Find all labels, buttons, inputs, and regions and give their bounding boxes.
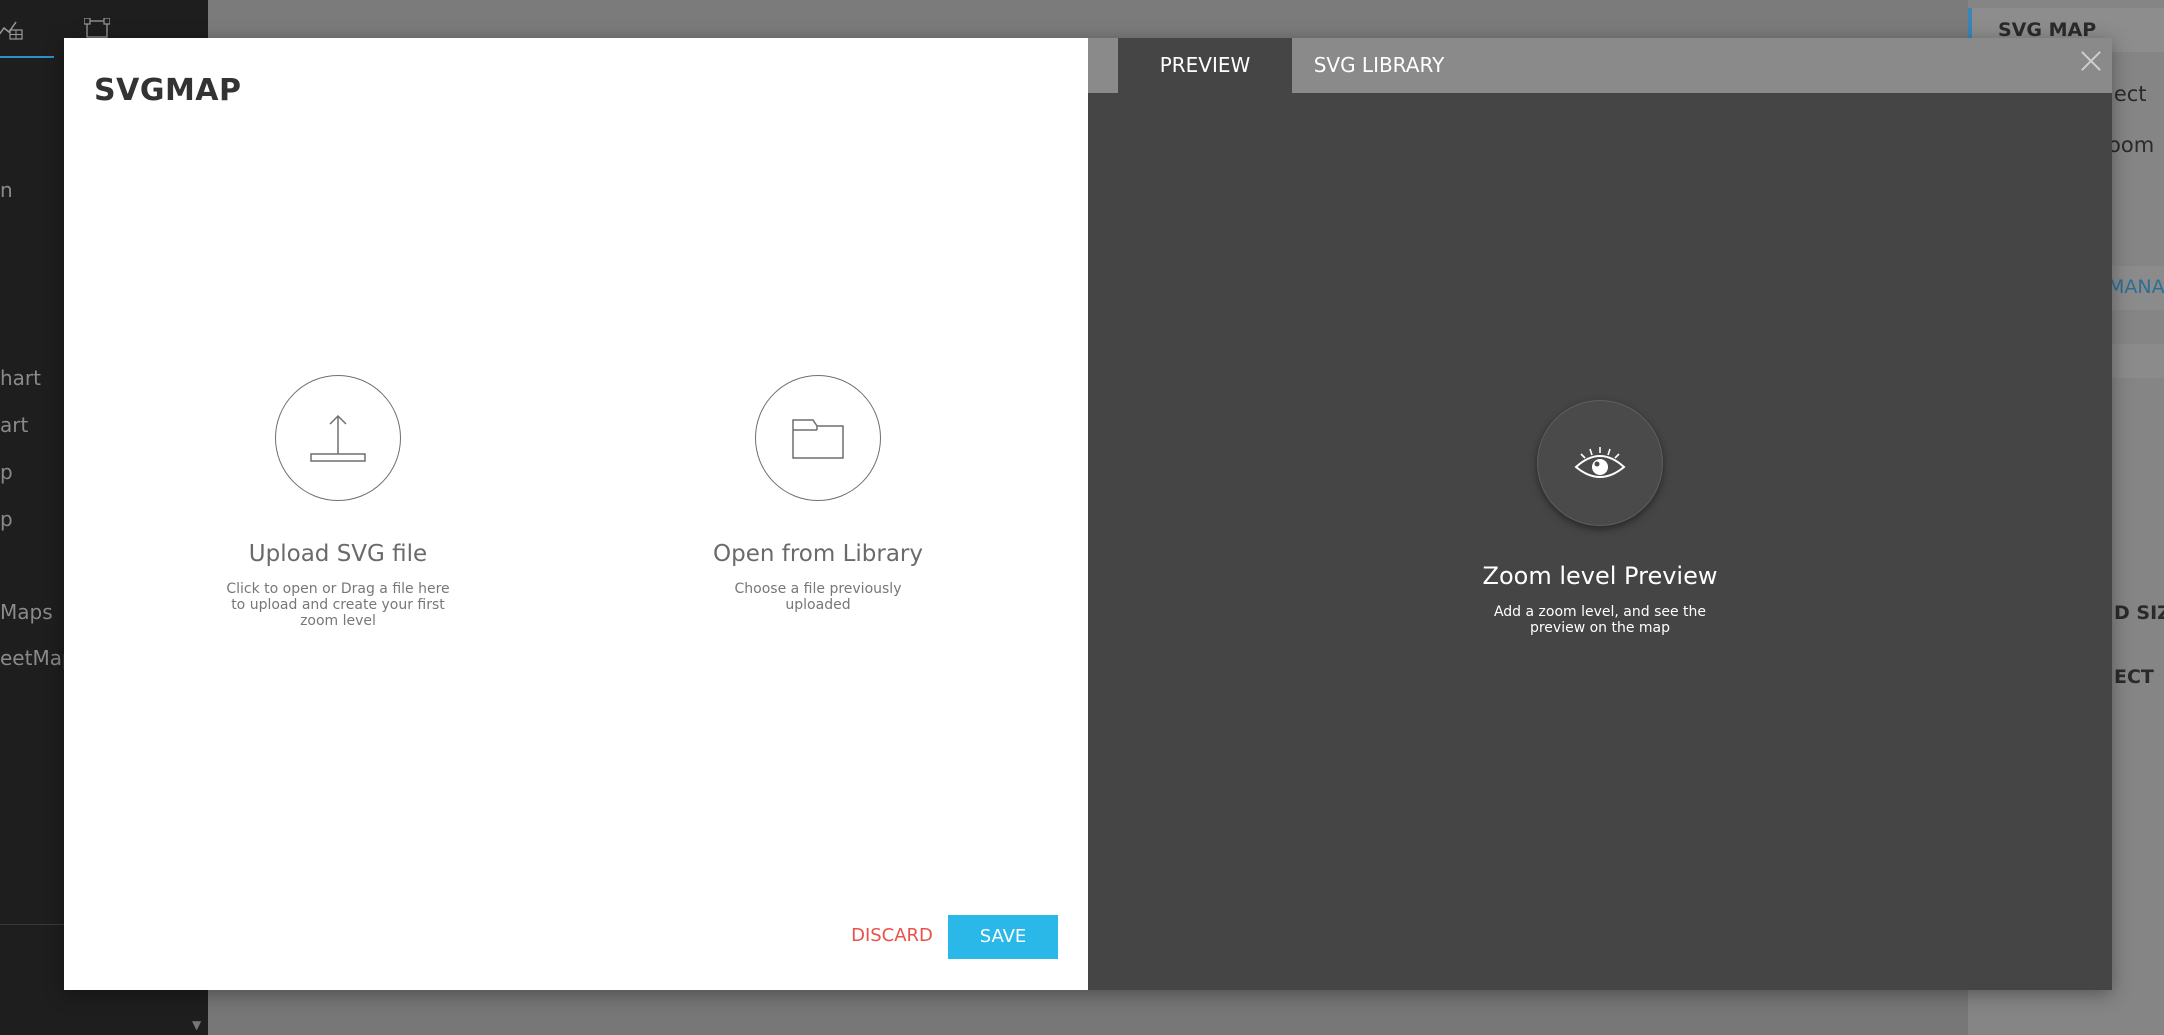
svgmap-modal: SVGMAP Upload SVG file Click to open or … xyxy=(64,38,2112,990)
library-label: Open from Library xyxy=(713,541,923,567)
zoom-preview-placeholder: Zoom level Preview Add a zoom level, and… xyxy=(1400,400,1800,636)
upload-label: Upload SVG file xyxy=(248,541,428,567)
modal-title: SVGMAP xyxy=(94,73,242,108)
properties-text: oom xyxy=(2108,133,2155,157)
scroll-down-icon[interactable]: ▼ xyxy=(192,1018,201,1032)
sidebar-top-tab[interactable] xyxy=(0,0,54,58)
upload-button[interactable] xyxy=(275,375,401,501)
preview-description: Add a zoom level, and see the preview on… xyxy=(1493,604,1707,636)
preview-panel: PREVIEW SVG LIBRARY Zoom level Preview A… xyxy=(1088,38,2112,990)
preview-title: Zoom level Preview xyxy=(1482,562,1718,590)
library-button[interactable] xyxy=(755,375,881,501)
library-description: Choose a file previously uploaded xyxy=(734,581,902,613)
modal-main-panel: SVGMAP Upload SVG file Click to open or … xyxy=(64,38,1088,990)
chart-icon xyxy=(0,21,23,40)
preview-tabbar: PREVIEW SVG LIBRARY xyxy=(1088,38,2112,93)
upload-svg-option[interactable]: Upload SVG file Click to open or Drag a … xyxy=(188,375,488,629)
upload-description: Click to open or Drag a file here to upl… xyxy=(226,581,450,629)
tab-svg-library[interactable]: SVG LIBRARY xyxy=(1292,38,1466,93)
shape-icon[interactable] xyxy=(84,18,110,40)
manage-link[interactable]: MANA xyxy=(2108,276,2164,298)
save-button[interactable]: SAVE xyxy=(948,915,1058,959)
upload-icon xyxy=(310,414,366,462)
close-icon[interactable] xyxy=(2076,46,2106,76)
sidebar-item[interactable]: hart xyxy=(0,366,41,390)
folder-icon xyxy=(792,419,844,459)
preview-icon-circle xyxy=(1537,400,1663,526)
sidebar-item[interactable]: Maps xyxy=(0,600,53,624)
properties-text: ject xyxy=(2108,82,2147,106)
sidebar-item[interactable]: p xyxy=(0,507,13,531)
sidebar-item[interactable]: p xyxy=(0,460,13,484)
sidebar-item[interactable]: n xyxy=(0,178,13,202)
sidebar-item[interactable]: art xyxy=(0,413,28,437)
eye-icon xyxy=(1574,447,1626,478)
properties-label: D SIZE xyxy=(2114,602,2164,624)
main-bottom-band xyxy=(208,990,1968,1035)
open-library-option[interactable]: Open from Library Choose a file previous… xyxy=(668,375,968,613)
properties-label: ECT xyxy=(2114,666,2154,688)
discard-button[interactable]: DISCARD xyxy=(844,914,940,958)
tab-preview[interactable]: PREVIEW xyxy=(1118,38,1292,93)
